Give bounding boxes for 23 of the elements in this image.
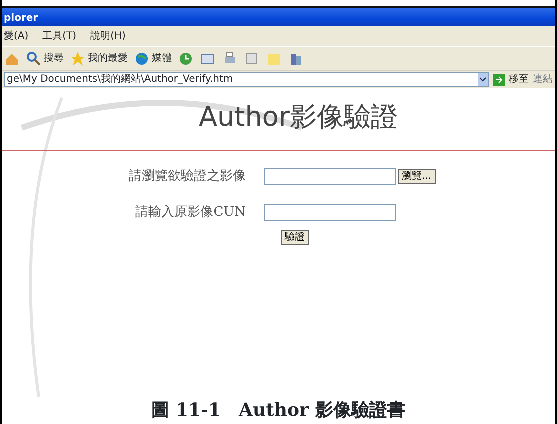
arrow-icon: [493, 74, 505, 86]
menu-item[interactable]: 說明(H): [90, 29, 126, 43]
menu-item[interactable]: 愛(A): [4, 29, 29, 43]
links-label[interactable]: 連結: [533, 72, 553, 87]
menu-item[interactable]: 工具(T): [42, 29, 77, 43]
toolbar-button[interactable]: 媒體: [134, 50, 172, 66]
input-field[interactable]: [264, 204, 396, 221]
browse-button[interactable]: 瀏覽...: [398, 169, 436, 184]
toolbar-button[interactable]: 搜尋: [26, 50, 64, 66]
input-field[interactable]: [264, 168, 396, 186]
star-icon: [70, 50, 86, 66]
globe-icon: [134, 50, 150, 66]
go-button[interactable]: 移至: [493, 72, 529, 87]
field-label: 請瀏覽欲驗證之影像: [128, 168, 247, 186]
toolbar-button[interactable]: 我的最愛: [70, 50, 128, 66]
field-label: 請輸入原影像CUN: [134, 204, 247, 222]
dropdown-icon[interactable]: [478, 73, 488, 86]
address-field[interactable]: ge\My Documents\我的網站\Author_Verify.htm: [4, 72, 489, 87]
page-heading: Author影像驗證: [199, 102, 398, 134]
verify-button[interactable]: 驗證: [281, 230, 309, 245]
clock-icon[interactable]: [178, 50, 194, 66]
window-title: plorer: [2, 6, 555, 26]
search-icon: [26, 50, 42, 66]
